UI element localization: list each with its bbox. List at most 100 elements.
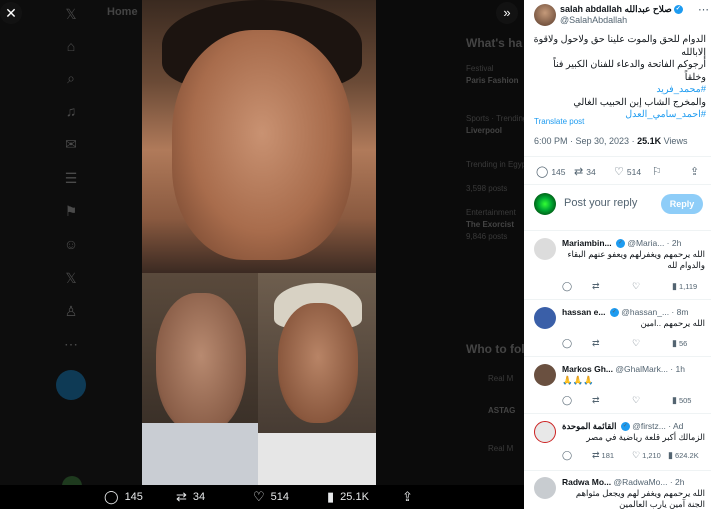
- reply-text: الزمالك أكبر قلعة رياضية في مصر: [586, 432, 705, 442]
- post-stats-bar: ◯ 145 ⇄ 34 ♡ 514 ⚐ ⇪: [524, 160, 711, 182]
- like-action[interactable]: ♡: [632, 338, 640, 349]
- trend-item: 9,846 posts: [466, 232, 508, 241]
- like-stat[interactable]: ♡ 514: [614, 165, 641, 178]
- follow-suggestion: Real M: [488, 444, 514, 453]
- repost-action[interactable]: ⇄: [592, 281, 600, 292]
- expand-button[interactable]: »: [496, 2, 518, 24]
- trend-item: 3,598 posts: [466, 184, 508, 193]
- repost-action[interactable]: ⇄: [592, 395, 600, 406]
- reply-author-name[interactable]: القائمة الموحدة: [562, 421, 616, 431]
- photo-portrait-bottom-right: [258, 273, 376, 485]
- post-text-line: والمخرج الشاب إبن الحبيب الغالي: [573, 96, 706, 108]
- reply-item[interactable]: Mariambin... ✓ @Maria... · 2h الله يرحمه…: [524, 235, 711, 297]
- reply-text: 🙏🙏🙏: [562, 375, 594, 385]
- reply-header: hassan e... ✓ @hassan_... · 8m: [562, 307, 707, 318]
- divider: [524, 470, 711, 471]
- divider: [524, 356, 711, 357]
- hashtag-link[interactable]: #محمد_فريد: [530, 84, 706, 97]
- notifications-icon: ♫: [65, 103, 77, 119]
- author-handle[interactable]: @SalahAbdallah: [560, 15, 627, 25]
- reply-action[interactable]: ◯ 145: [104, 489, 143, 505]
- post-timestamp: 6:00 PM · Sep 30, 2023 · 25.1K Views: [534, 136, 687, 146]
- like-action[interactable]: ♡ 514: [253, 489, 289, 505]
- views-action[interactable]: ▮ 505: [672, 395, 691, 406]
- reply-action[interactable]: ◯: [562, 395, 572, 406]
- heart-icon: ♡: [632, 395, 641, 405]
- reply-count: 145: [551, 166, 566, 177]
- reply-avatar[interactable]: [534, 421, 556, 443]
- reply-avatar[interactable]: [534, 307, 556, 329]
- reply-stats: ◯ ⇄ ♡ ▮ 1,119: [562, 281, 707, 293]
- explore-icon: ⌕: [67, 70, 75, 86]
- reply-item[interactable]: hassan e... ✓ @hassan_... · 8m الله يرحم…: [524, 304, 711, 354]
- background-trends-heading: What's ha: [466, 36, 523, 50]
- views-action[interactable]: ▮ 56: [672, 338, 687, 349]
- author-name-text: salah abdallah صلاح عبدالله: [560, 4, 672, 14]
- repost-stat[interactable]: ⇄ 34: [574, 165, 596, 178]
- like-action[interactable]: ♡: [632, 395, 640, 406]
- trend-item: Festival: [466, 64, 494, 73]
- repost-action[interactable]: ⇄ 34: [176, 489, 205, 505]
- bookmark-stat[interactable]: ⚐: [652, 165, 662, 178]
- like-action[interactable]: ♡: [632, 281, 640, 292]
- reply-input[interactable]: Post your reply: [564, 197, 637, 209]
- reply-repost-count: 181: [601, 451, 615, 460]
- views-action[interactable]: ▮ 624.2K: [668, 450, 699, 461]
- share-action[interactable]: ⇪: [402, 489, 413, 505]
- repost-action[interactable]: ⇄: [592, 338, 600, 349]
- reply-header: Radwa Mo... @RadwaMo... · 2h: [562, 477, 707, 487]
- reply-author-name[interactable]: Markos Gh...: [562, 364, 613, 374]
- view-count: 25.1K: [340, 491, 369, 503]
- reply-action[interactable]: ◯: [562, 450, 572, 461]
- views-action[interactable]: ▮ 1,119: [672, 281, 697, 292]
- reply-author-name[interactable]: Radwa Mo...: [562, 477, 611, 487]
- reply-action[interactable]: ◯: [562, 281, 572, 292]
- views-label: Views: [661, 136, 688, 146]
- reply-text: الله يرحمهم ..امين: [640, 318, 705, 328]
- x-logo-icon: 𝕏: [65, 6, 77, 22]
- reply-item[interactable]: Markos Gh... @GhalMark... · 1h 🙏🙏🙏 ◯ ⇄ ♡…: [524, 361, 711, 411]
- reply-stat[interactable]: ◯ 145: [536, 165, 566, 178]
- repost-action[interactable]: ⇄ 181: [592, 450, 614, 461]
- reply-avatar[interactable]: [534, 364, 556, 386]
- reply-header: Mariambin... ✓ @Maria... · 2h: [562, 238, 707, 249]
- follow-suggestion: Real M: [488, 374, 514, 383]
- reply-avatar[interactable]: [534, 238, 556, 260]
- reply-stats: ◯ ⇄ ♡ ▮ 505: [562, 395, 707, 407]
- author-name[interactable]: salah abdallah صلاح عبدالله ✓: [560, 4, 683, 15]
- close-button[interactable]: ✕: [0, 2, 22, 24]
- more-options-icon[interactable]: ⋯: [698, 3, 709, 16]
- repost-count: 34: [586, 166, 596, 177]
- like-action[interactable]: ♡ 1,210: [632, 450, 661, 461]
- author-avatar[interactable]: [534, 4, 556, 26]
- post-image[interactable]: [142, 0, 376, 485]
- repost-icon: ⇄: [176, 489, 187, 504]
- repost-icon: ⇄: [592, 338, 600, 348]
- expand-icon: »: [503, 5, 511, 20]
- reply-button[interactable]: Reply: [661, 194, 703, 214]
- post-compose-button: [56, 370, 86, 400]
- like-count: 514: [270, 491, 290, 503]
- views-icon: ▮: [668, 450, 673, 460]
- share-stat[interactable]: ⇪: [690, 165, 699, 178]
- post-time[interactable]: 6:00 PM · Sep 30, 2023 ·: [534, 136, 637, 146]
- views-action[interactable]: ▮ 25.1K: [327, 489, 369, 505]
- reply-item[interactable]: Radwa Mo... @RadwaMo... · 2h الله يرحمهم…: [524, 474, 711, 509]
- face-shape: [172, 30, 352, 260]
- reply-author-name[interactable]: hassan e...: [562, 307, 605, 317]
- face-shape: [156, 293, 246, 433]
- verified-badge-icon: ✓: [609, 308, 619, 318]
- reply-avatar[interactable]: [534, 477, 556, 499]
- close-icon: ✕: [5, 5, 17, 21]
- views-icon: ▮: [672, 281, 677, 291]
- shirt-shape: [258, 433, 376, 485]
- face-shape: [278, 303, 358, 423]
- translate-link[interactable]: Translate post: [534, 117, 584, 126]
- premium-icon: 𝕏: [65, 270, 77, 286]
- reply-author-name[interactable]: Mariambin...: [562, 238, 612, 248]
- reply-action[interactable]: ◯: [562, 338, 572, 349]
- promoted-reply-item[interactable]: القائمة الموحدة ✓ @firstz... · Ad الزمال…: [524, 418, 711, 468]
- shirt-shape: [142, 423, 258, 485]
- post-text-line: أرجوكم الفاتحة والدعاء للفنان الكبير فنا…: [553, 59, 706, 83]
- reply-like-count: 1,210: [642, 451, 661, 460]
